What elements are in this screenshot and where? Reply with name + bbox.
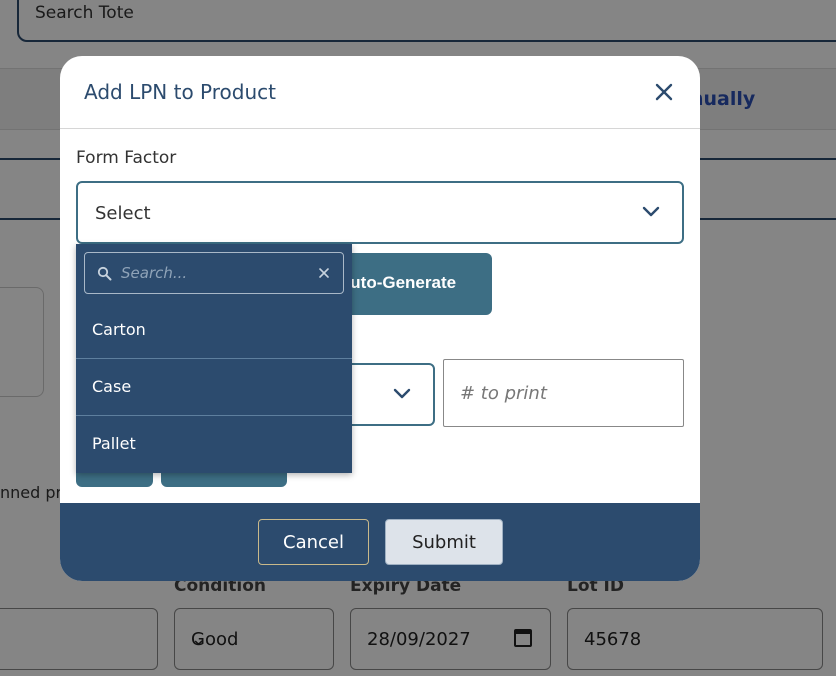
option-label: Case xyxy=(92,377,132,396)
dropdown-search-input[interactable] xyxy=(121,261,311,285)
chevron-down-icon xyxy=(393,388,411,399)
form-factor-value: Select xyxy=(95,203,151,224)
close-icon xyxy=(655,83,673,101)
search-icon xyxy=(97,266,112,281)
dropdown-option-pallet[interactable]: Pallet xyxy=(76,416,352,473)
option-label: Pallet xyxy=(92,434,136,453)
dropdown-search[interactable] xyxy=(84,252,344,294)
auto-generate-button[interactable]: Auto-Generate xyxy=(328,253,492,315)
modal-footer: Cancel Submit xyxy=(60,503,700,581)
form-factor-dropdown: Carton Case Pallet xyxy=(76,244,352,473)
auto-generate-label: Auto-Generate xyxy=(338,273,457,292)
close-button[interactable] xyxy=(650,78,678,106)
dropdown-option-carton[interactable]: Carton xyxy=(76,302,352,359)
modal-header: Add LPN to Product xyxy=(60,56,700,129)
print-count-input[interactable] xyxy=(443,359,684,427)
form-factor-select[interactable]: Select xyxy=(76,181,684,244)
option-label: Carton xyxy=(92,320,146,339)
dropdown-option-case[interactable]: Case xyxy=(76,359,352,416)
cancel-button[interactable]: Cancel xyxy=(258,519,369,565)
modal-title: Add LPN to Product xyxy=(84,80,276,104)
form-factor-label: Form Factor xyxy=(76,148,177,168)
clear-icon[interactable] xyxy=(317,266,331,280)
submit-button[interactable]: Submit xyxy=(385,519,503,565)
chevron-down-icon xyxy=(642,206,660,217)
